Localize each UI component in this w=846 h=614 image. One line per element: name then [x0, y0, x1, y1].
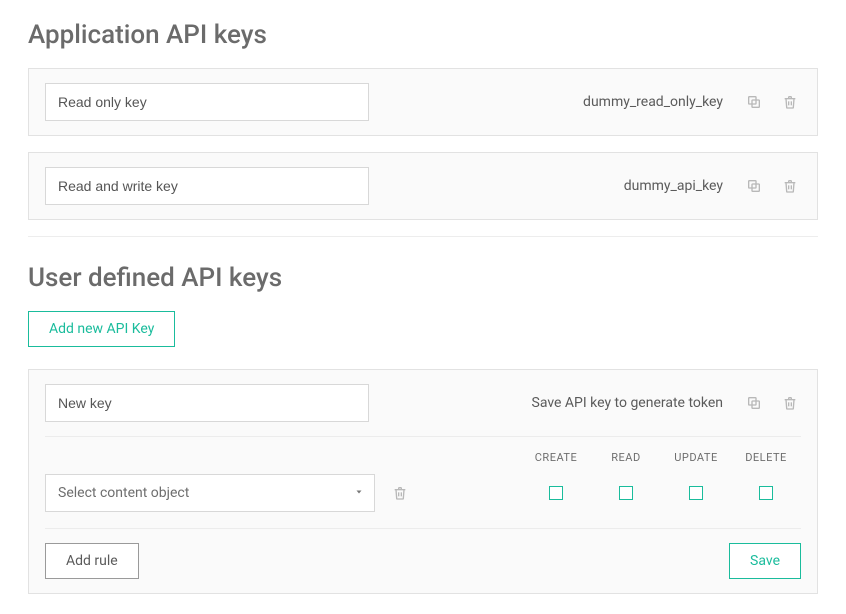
key-token-text: dummy_api_key	[624, 178, 723, 194]
perm-header-delete: DELETE	[731, 451, 801, 464]
user-defined-api-keys-title: User defined API keys	[28, 263, 818, 293]
copy-icon[interactable]	[743, 91, 765, 113]
caret-down-icon	[354, 485, 364, 501]
key-token-text: dummy_read_only_key	[583, 94, 723, 110]
content-object-select-placeholder: Select content object	[58, 485, 189, 501]
perm-header-create: CREATE	[521, 451, 591, 464]
content-object-select[interactable]: Select content object	[45, 474, 375, 512]
api-key-card: dummy_api_key	[28, 152, 818, 220]
add-new-api-key-button[interactable]: Add new API Key	[28, 311, 175, 347]
application-api-keys-title: Application API keys	[28, 20, 818, 50]
perm-header-read: READ	[591, 451, 661, 464]
new-key-token-placeholder: Save API key to generate token	[532, 395, 724, 411]
add-rule-button[interactable]: Add rule	[45, 543, 139, 579]
new-api-key-card: Save API key to generate token CREATE	[28, 369, 818, 594]
section-divider	[28, 236, 818, 237]
api-key-card: dummy_read_only_key	[28, 68, 818, 136]
save-button[interactable]: Save	[729, 543, 801, 579]
perm-update-checkbox[interactable]	[689, 486, 703, 500]
perm-header-update: UPDATE	[661, 451, 731, 464]
trash-icon[interactable]	[779, 91, 801, 113]
perm-delete-checkbox[interactable]	[759, 486, 773, 500]
copy-icon[interactable]	[743, 392, 765, 414]
new-key-name-input[interactable]	[45, 384, 369, 422]
perm-read-checkbox[interactable]	[619, 486, 633, 500]
key-name-input[interactable]	[45, 83, 369, 121]
trash-icon[interactable]	[389, 482, 411, 504]
trash-icon[interactable]	[779, 392, 801, 414]
key-name-input[interactable]	[45, 167, 369, 205]
trash-icon[interactable]	[779, 175, 801, 197]
copy-icon[interactable]	[743, 175, 765, 197]
perm-create-checkbox[interactable]	[549, 486, 563, 500]
